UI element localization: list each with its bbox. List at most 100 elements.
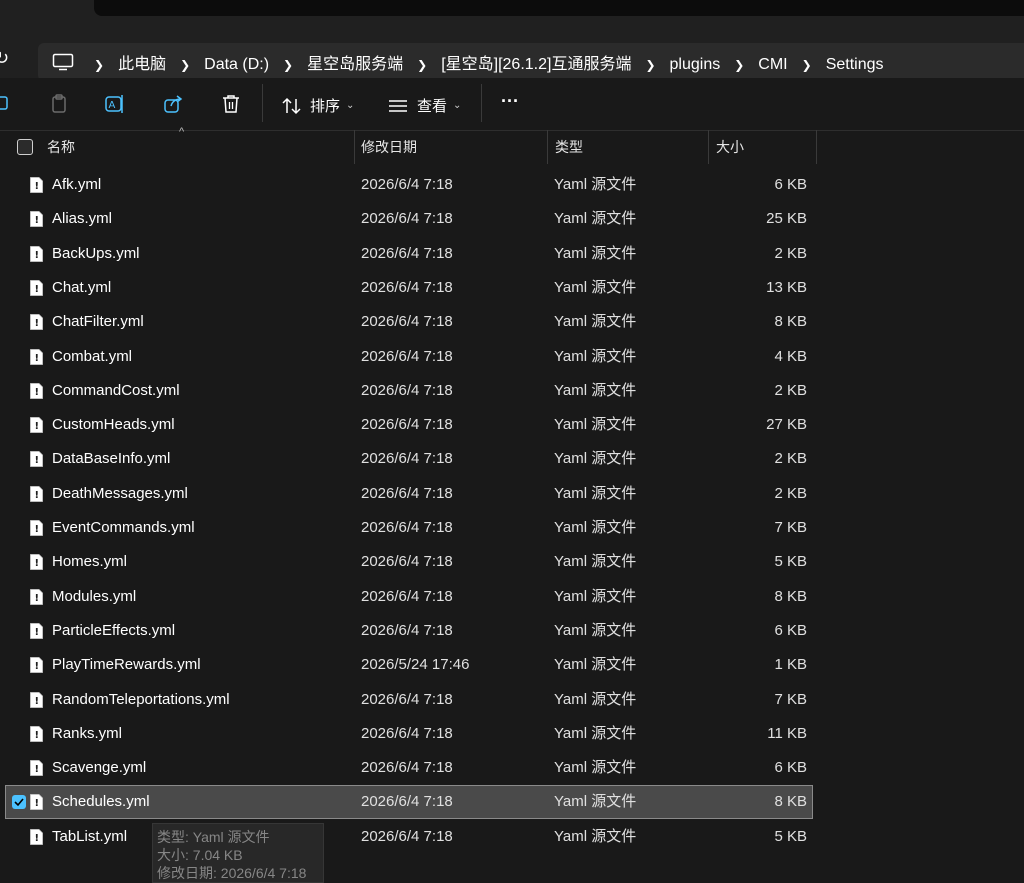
- file-row[interactable]: ! Ranks.yml 2026/6/4 7:18 Yaml 源文件 11 KB: [6, 718, 812, 750]
- file-date: 2026/6/4 7:18: [361, 210, 453, 228]
- yaml-file-icon: !: [30, 211, 43, 228]
- file-name[interactable]: Combat.yml: [52, 341, 132, 373]
- file-date: 2026/6/4 7:18: [361, 176, 453, 193]
- chevron-right-icon[interactable]: ❯: [802, 58, 812, 72]
- refresh-icon[interactable]: ↻: [0, 49, 10, 67]
- column-header-type[interactable]: 类型: [555, 130, 583, 164]
- breadcrumb-item[interactable]: Settings: [826, 56, 884, 73]
- file-size: 1 KB: [774, 656, 807, 674]
- breadcrumb-item[interactable]: 此电脑: [118, 56, 166, 73]
- file-name[interactable]: Alias.yml: [52, 203, 112, 235]
- file-row[interactable]: ! Scavenge.yml 2026/6/4 7:18 Yaml 源文件 6 KB: [6, 752, 812, 784]
- file-row[interactable]: ! BackUps.yml 2026/6/4 7:18 Yaml 源文件 2 KB: [6, 238, 812, 270]
- breadcrumb-item[interactable]: CMI: [758, 56, 787, 73]
- chevron-down-icon: ⌄: [453, 100, 462, 111]
- file-name[interactable]: Ranks.yml: [52, 718, 122, 750]
- file-row[interactable]: ! CustomHeads.yml 2026/6/4 7:18 Yaml 源文件 27 …: [6, 409, 812, 441]
- paste-icon[interactable]: [48, 93, 70, 115]
- svg-text:!: !: [35, 318, 40, 329]
- file-size: 11 KB: [767, 724, 807, 742]
- toolbar-divider: [481, 84, 482, 122]
- file-name[interactable]: ParticleEffects.yml: [52, 615, 175, 647]
- file-name[interactable]: Chat.yml: [52, 272, 111, 304]
- file-type: Yaml 源文件: [554, 381, 637, 399]
- column-divider[interactable]: [708, 130, 709, 164]
- file-row[interactable]: ! Afk.yml 2026/6/4 7:18 Yaml 源文件 6 KB: [6, 169, 812, 201]
- chevron-right-icon[interactable]: ❯: [734, 58, 744, 72]
- file-row[interactable]: ! RandomTeleportations.yml 2026/6/4 7:18 Ya…: [6, 684, 812, 716]
- file-row[interactable]: ! Chat.yml 2026/6/4 7:18 Yaml 源文件 13 KB: [6, 272, 812, 304]
- file-row[interactable]: ! Schedules.yml 2026/6/4 7:18 Yaml 源文件 8 KB: [5, 785, 813, 820]
- file-row[interactable]: ! EventCommands.yml 2026/6/4 7:18 Yaml 源文件 7…: [6, 512, 812, 544]
- file-type: Yaml 源文件: [554, 827, 637, 845]
- file-row[interactable]: ! ChatFilter.yml 2026/6/4 7:18 Yaml 源文件 8 KB: [6, 306, 812, 338]
- yaml-file-icon: !: [30, 348, 43, 365]
- file-type: Yaml 源文件: [554, 244, 637, 262]
- row-checkbox-checked[interactable]: [12, 795, 26, 810]
- file-row[interactable]: ! DeathMessages.yml 2026/6/4 7:18 Yaml 源文件 2…: [6, 478, 812, 510]
- yaml-file-icon: !: [30, 725, 43, 742]
- chevron-right-icon[interactable]: ❯: [180, 58, 190, 72]
- file-row[interactable]: ! PlayTimeRewards.yml 2026/5/24 17:46 Yaml …: [6, 649, 812, 681]
- tooltip-size: 大小: 7.04 KB: [157, 847, 243, 863]
- file-name[interactable]: Homes.yml: [52, 546, 127, 578]
- file-name[interactable]: Modules.yml: [52, 581, 136, 613]
- file-row[interactable]: ! ParticleEffects.yml 2026/6/4 7:18 Yaml 源文…: [6, 615, 812, 647]
- file-row[interactable]: ! Combat.yml 2026/6/4 7:18 Yaml 源文件 4 KB: [6, 341, 812, 373]
- file-name[interactable]: BackUps.yml: [52, 238, 140, 270]
- file-name[interactable]: CustomHeads.yml: [52, 409, 175, 441]
- breadcrumb-item[interactable]: 星空岛服务端: [307, 56, 403, 73]
- column-header-size[interactable]: 大小: [716, 130, 744, 164]
- file-row[interactable]: ! CommandCost.yml 2026/6/4 7:18 Yaml 源文件 2 K…: [6, 375, 812, 407]
- new-folder-icon[interactable]: [0, 93, 12, 115]
- more-options-button[interactable]: ···: [501, 91, 519, 112]
- sort-button[interactable]: 排序 ⌄: [282, 95, 354, 116]
- active-tab[interactable]: [94, 0, 1024, 16]
- svg-text:!: !: [35, 421, 40, 432]
- file-size: 8 KB: [774, 793, 807, 811]
- address-bar[interactable]: ❯ 此电脑 ❯ Data (D:) ❯ 星空岛服务端 ❯ [星空岛][26.1.2]互通服务端…: [38, 43, 1024, 81]
- file-type: Yaml 源文件: [554, 484, 637, 502]
- yaml-file-icon: !: [30, 177, 43, 193]
- breadcrumb-item[interactable]: plugins: [670, 56, 721, 73]
- file-name[interactable]: DataBaseInfo.yml: [52, 443, 170, 475]
- column-header-name[interactable]: 名称: [47, 130, 75, 164]
- delete-icon[interactable]: [220, 93, 242, 115]
- file-name[interactable]: DeathMessages.yml: [52, 478, 188, 510]
- column-divider[interactable]: [547, 130, 548, 164]
- file-name[interactable]: ChatFilter.yml: [52, 306, 144, 338]
- file-name[interactable]: Afk.yml: [52, 169, 101, 201]
- file-row[interactable]: ! TabList.yml 2026/6/4 7:18 Yaml 源文件 5 KB: [6, 821, 812, 853]
- chevron-right-icon[interactable]: ❯: [94, 58, 104, 72]
- file-name[interactable]: Scavenge.yml: [52, 752, 146, 784]
- file-row[interactable]: ! Homes.yml 2026/6/4 7:18 Yaml 源文件 5 KB: [6, 546, 812, 578]
- column-divider[interactable]: [816, 130, 817, 164]
- breadcrumb-item[interactable]: Data (D:): [204, 56, 269, 73]
- file-name[interactable]: CommandCost.yml: [52, 375, 180, 407]
- column-divider[interactable]: [354, 130, 355, 164]
- file-row[interactable]: ! Alias.yml 2026/6/4 7:18 Yaml 源文件 25 KB: [6, 203, 812, 235]
- chevron-right-icon[interactable]: ❯: [645, 58, 655, 72]
- file-size: 8 KB: [774, 587, 807, 605]
- file-row[interactable]: ! Modules.yml 2026/6/4 7:18 Yaml 源文件 8 KB: [6, 581, 812, 613]
- file-row[interactable]: ! DataBaseInfo.yml 2026/6/4 7:18 Yaml 源文件 2 …: [6, 443, 812, 475]
- column-header-date[interactable]: 修改日期: [361, 130, 417, 164]
- file-type: Yaml 源文件: [554, 519, 637, 536]
- chevron-right-icon[interactable]: ❯: [283, 58, 293, 72]
- file-date: 2026/6/4 7:18: [361, 278, 453, 296]
- file-name[interactable]: PlayTimeRewards.yml: [52, 649, 201, 681]
- file-name[interactable]: RandomTeleportations.yml: [52, 684, 230, 716]
- file-name[interactable]: TabList.yml: [52, 821, 127, 853]
- file-name[interactable]: Schedules.yml: [52, 786, 150, 818]
- chevron-right-icon[interactable]: ❯: [417, 58, 427, 72]
- navigation-bar: ↻ ❯ 此电脑 ❯ Data (D:) ❯ 星空岛服务端 ❯ [星空岛][26.1.2]互通服…: [0, 16, 1024, 81]
- share-icon[interactable]: [162, 93, 184, 115]
- tooltip-type: 类型: Yaml 源文件: [157, 829, 270, 845]
- file-size: 2 KB: [774, 381, 807, 399]
- breadcrumb-item[interactable]: [星空岛][26.1.2]互通服务端: [441, 56, 631, 73]
- view-button[interactable]: 查看 ⌄: [388, 95, 461, 116]
- file-tooltip: 类型: Yaml 源文件 大小: 7.04 KB 修改日期: 2026/6/4 …: [152, 823, 324, 883]
- file-size: 25 KB: [766, 210, 807, 228]
- rename-icon[interactable]: A: [104, 93, 126, 115]
- file-name[interactable]: EventCommands.yml: [52, 512, 195, 544]
